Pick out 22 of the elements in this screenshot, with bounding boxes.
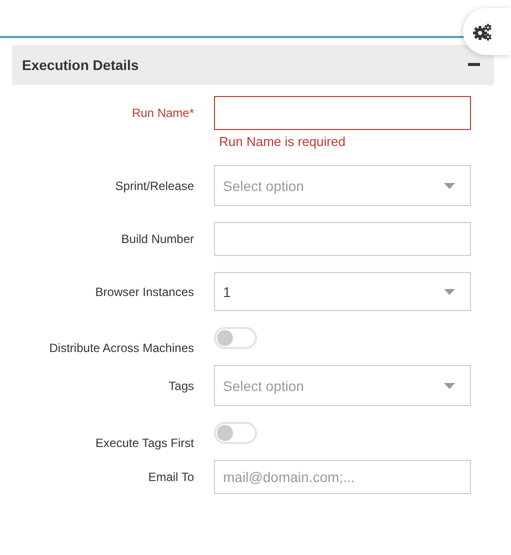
field-label: Browser Instances <box>95 284 194 298</box>
field-label: Build Number <box>121 232 194 246</box>
toggle-switch[interactable] <box>214 422 257 444</box>
select-field[interactable]: Select option <box>214 365 471 406</box>
settings-button[interactable] <box>463 8 511 55</box>
field-label: Distribute Across Machines <box>49 341 194 355</box>
field-label: Email To <box>148 470 194 484</box>
caret-icon <box>444 182 455 188</box>
minus-icon <box>468 63 480 67</box>
caret-icon <box>444 382 455 388</box>
toggle-switch[interactable] <box>214 327 257 349</box>
input-field[interactable] <box>214 96 471 130</box>
select-field[interactable]: Select option <box>214 165 471 206</box>
field-label: Execute Tags First <box>96 436 194 450</box>
field-label: Run Name* <box>132 106 194 120</box>
error-message: Run Name is required <box>219 134 346 149</box>
field-label: Sprint/Release <box>115 178 194 192</box>
select-field[interactable]: 1 <box>214 272 471 311</box>
caret-icon <box>444 288 455 294</box>
field-label: Tags <box>168 378 194 392</box>
gears-icon <box>473 22 493 40</box>
panel-title: Execution Details <box>22 57 139 73</box>
